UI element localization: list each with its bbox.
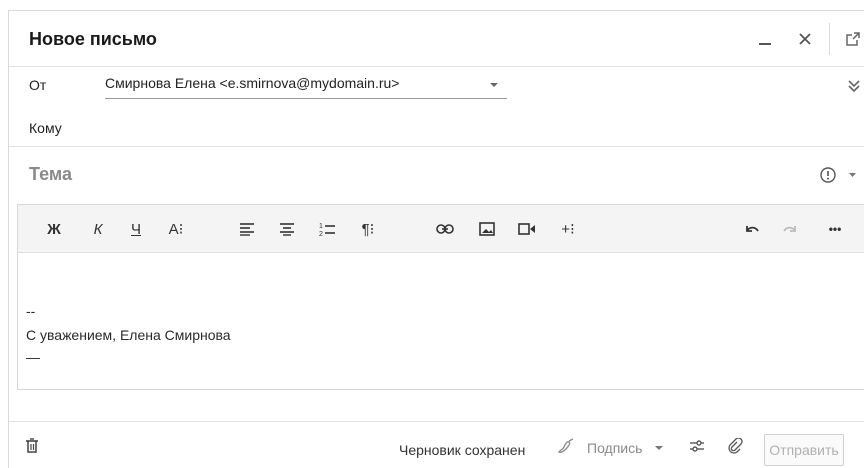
minimize-icon[interactable] — [751, 25, 779, 53]
paperclip-icon[interactable] — [727, 437, 743, 459]
from-row: От Смирнова Елена <e.smirnova@mydomain.r… — [9, 67, 864, 103]
close-icon[interactable] — [791, 25, 819, 53]
editor: Ж К Ч A⁝ 12 ¶⁝ +⁝ ••• -- С уважением, Ел… — [17, 204, 864, 390]
chevron-down-icon — [654, 440, 664, 456]
svg-text:2: 2 — [319, 231, 323, 237]
trash-icon[interactable] — [25, 438, 39, 459]
compose-title: Новое письмо — [29, 29, 157, 49]
popout-icon[interactable] — [839, 25, 864, 53]
editor-toolbar: Ж К Ч A⁝ 12 ¶⁝ +⁝ ••• — [18, 205, 864, 253]
numbered-list-icon[interactable]: 12 — [316, 217, 338, 241]
from-value: Смирнова Елена <e.smirnova@mydomain.ru> — [105, 75, 400, 91]
to-row[interactable]: Кому — [9, 109, 864, 147]
draft-status: Черновик сохранен — [399, 442, 526, 458]
subject-placeholder[interactable]: Тема — [29, 164, 72, 185]
undo-icon[interactable] — [740, 217, 762, 241]
compose-header: Новое письмо — [9, 11, 864, 67]
signature-separator: -- — [26, 303, 36, 319]
italic-button[interactable]: К — [88, 217, 108, 241]
image-icon[interactable] — [476, 217, 498, 241]
signature-dropdown[interactable]: Подпись — [557, 438, 670, 457]
signature-pen-icon — [557, 438, 575, 457]
message-body[interactable]: -- С уважением, Елена Смирнова — — [18, 253, 864, 389]
from-select[interactable]: Смирнова Елена <e.smirnova@mydomain.ru> — [105, 75, 507, 99]
from-label: От — [29, 77, 47, 93]
underline-button[interactable]: Ч — [126, 217, 146, 241]
chevron-down-icon — [489, 77, 499, 93]
paragraph-button[interactable]: ¶⁝ — [356, 217, 380, 241]
to-label: Кому — [29, 120, 62, 136]
align-center-icon[interactable] — [276, 217, 298, 241]
link-icon[interactable] — [434, 217, 456, 241]
signature-line: — — [26, 349, 40, 365]
video-icon[interactable] — [516, 217, 538, 241]
settings-sliders-icon[interactable] — [689, 438, 705, 459]
font-size-button[interactable]: A⁝ — [164, 217, 188, 241]
send-button[interactable]: Отправить — [764, 434, 844, 466]
signature-label: Подпись — [587, 439, 643, 456]
signature-text: С уважением, Елена Смирнова — [26, 327, 231, 343]
insert-button[interactable]: +⁝ — [556, 217, 580, 241]
compose-footer: Черновик сохранен Подпись Отправить — [9, 421, 864, 468]
more-button[interactable]: ••• — [822, 217, 848, 241]
redo-icon[interactable] — [780, 217, 802, 241]
align-left-icon[interactable] — [236, 217, 258, 241]
subject-row[interactable]: Тема — [9, 148, 864, 204]
compose-window: Новое письмо От Смирнова Елена <e.smirno… — [8, 10, 864, 468]
priority-icon[interactable] — [819, 166, 859, 189]
bold-button[interactable]: Ж — [44, 217, 64, 241]
double-chevron-down-icon[interactable] — [847, 79, 861, 98]
header-divider — [829, 23, 830, 55]
svg-text:1: 1 — [319, 223, 323, 230]
